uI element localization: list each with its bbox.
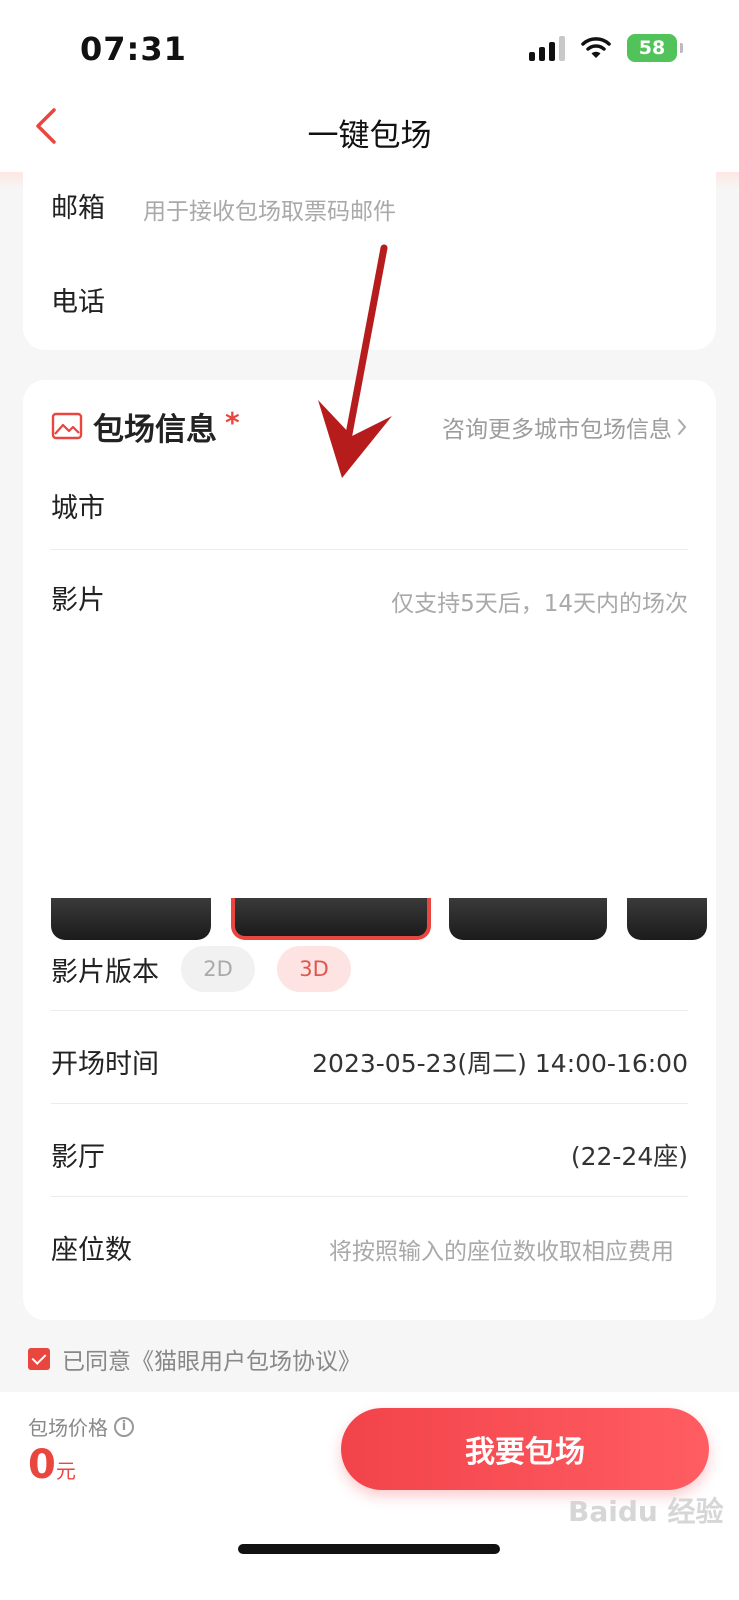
price-value: 0 xyxy=(28,1442,56,1488)
agreement-checkbox[interactable] xyxy=(28,1348,50,1370)
seats-input[interactable]: 将按照输入的座位数收取相应费用 xyxy=(329,1232,674,1266)
wifi-icon xyxy=(581,37,611,58)
version-2d-chip[interactable]: 2D xyxy=(181,946,255,992)
image-icon xyxy=(51,412,83,440)
charter-info-card: 包场信息 * 咨询更多城市包场信息 城市 影片 仅支持5天后，14天内的场次 影… xyxy=(23,380,716,1320)
more-cities-label: 咨询更多城市包场信息 xyxy=(442,417,672,443)
email-label: 邮箱 xyxy=(51,193,105,224)
movie-poster[interactable] xyxy=(627,898,707,940)
version-label: 影片版本 xyxy=(51,957,159,988)
price-label-row: 包场价格 i xyxy=(28,1412,134,1441)
hall-label: 影厅 xyxy=(51,1142,105,1173)
showtime-label: 开场时间 xyxy=(51,1049,159,1080)
price-unit: 元 xyxy=(55,1459,76,1483)
page-title: 一键包场 xyxy=(307,118,432,154)
charter-button[interactable]: 我要包场 xyxy=(341,1408,709,1490)
agreement-text[interactable]: 已同意《猫眼用户包场协议》 xyxy=(62,1342,361,1376)
battery-icon: 58 xyxy=(627,34,683,62)
divider xyxy=(51,1196,688,1197)
seats-label: 座位数 xyxy=(51,1235,132,1266)
signal-icon xyxy=(529,35,565,61)
hall-value[interactable]: (22-24座) xyxy=(571,1137,688,1173)
movie-poster-list xyxy=(51,898,716,940)
phone-label: 电话 xyxy=(51,287,105,318)
movie-poster[interactable] xyxy=(449,898,607,940)
movie-label: 影片 xyxy=(51,585,105,616)
version-3d-chip[interactable]: 3D xyxy=(277,946,351,992)
movie-poster[interactable] xyxy=(51,898,211,940)
divider xyxy=(51,1010,688,1011)
required-mark: * xyxy=(225,406,240,439)
annotation-arrow xyxy=(318,244,392,478)
showtime-value[interactable]: 2023-05-23(周二) 14:00-16:00 xyxy=(312,1044,688,1080)
watermark-logo: Baidu 经验 xyxy=(568,1495,724,1528)
city-label: 城市 xyxy=(51,493,105,524)
price-label: 包场价格 xyxy=(28,1416,108,1440)
movie-hint: 仅支持5天后，14天内的场次 xyxy=(391,591,688,617)
divider xyxy=(51,549,688,550)
home-indicator xyxy=(238,1544,500,1554)
info-icon[interactable]: i xyxy=(114,1416,134,1437)
city-selector[interactable] xyxy=(173,480,688,530)
divider xyxy=(51,1103,688,1104)
chevron-right-icon xyxy=(678,419,687,435)
movie-poster-selected[interactable] xyxy=(231,898,431,940)
status-time: 07:31 xyxy=(80,30,187,68)
price-display: 0元 xyxy=(28,1442,76,1488)
email-field[interactable]: 用于接收包场取票码邮件 xyxy=(143,192,396,226)
status-icons: 58 xyxy=(529,34,683,62)
battery-level: 58 xyxy=(638,37,666,59)
top-header: 07:31 58 一键包场 xyxy=(0,0,739,190)
more-cities-link[interactable]: 咨询更多城市包场信息 xyxy=(442,410,688,444)
agreement-row[interactable]: 已同意《猫眼用户包场协议》 xyxy=(28,1342,361,1376)
section-title: 包场信息 xyxy=(93,412,217,448)
